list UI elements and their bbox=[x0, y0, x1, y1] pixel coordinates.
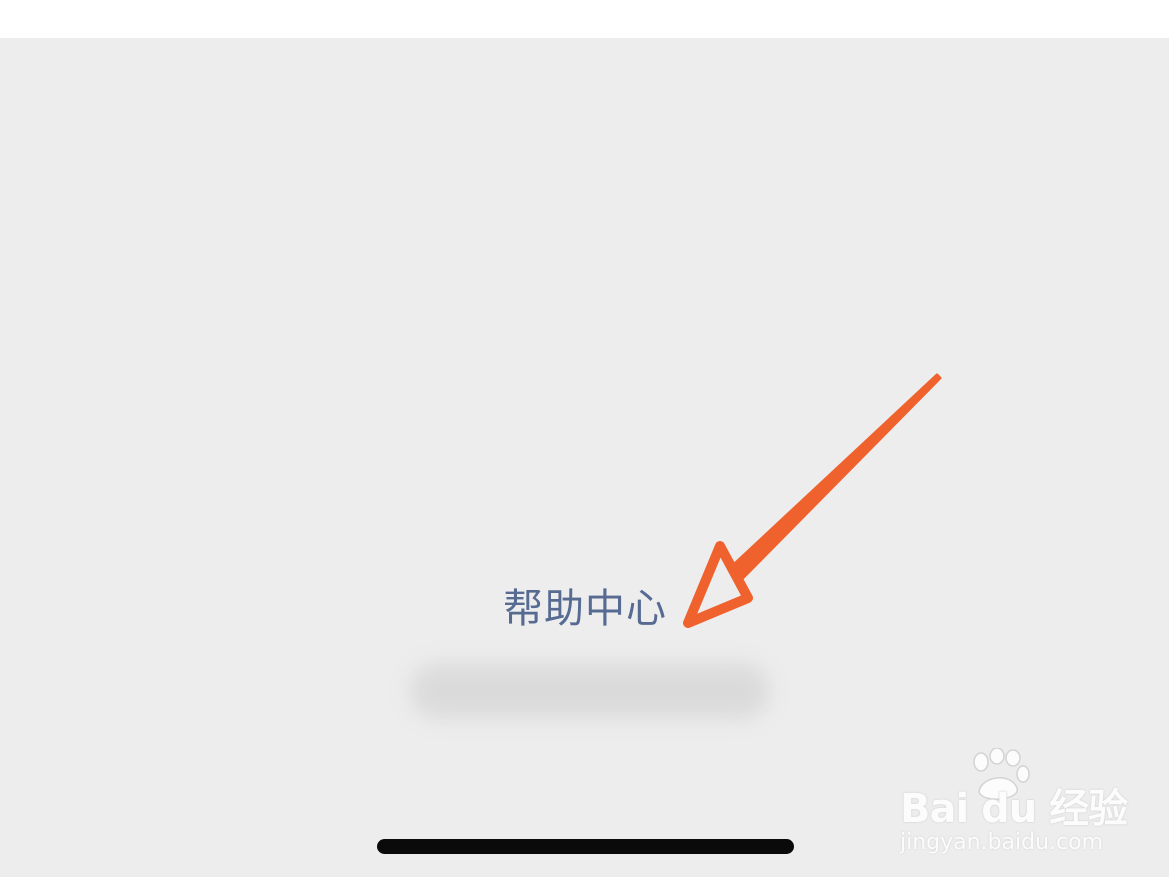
screen: 帮助中心 Bai du 经验 jingyan.baidu.com bbox=[0, 38, 1169, 877]
annotation-arrow-icon bbox=[683, 373, 942, 628]
watermark-url: jingyan.baidu.com bbox=[900, 830, 1104, 855]
top-margin bbox=[0, 0, 1169, 38]
blurred-content bbox=[410, 663, 770, 719]
help-center-link[interactable]: 帮助中心 bbox=[495, 583, 675, 635]
home-indicator[interactable] bbox=[377, 839, 794, 854]
watermark-logo: Bai du 经验 bbox=[900, 786, 1128, 832]
baidu-jingyan-watermark: Bai du 经验 jingyan.baidu.com bbox=[895, 748, 1128, 858]
